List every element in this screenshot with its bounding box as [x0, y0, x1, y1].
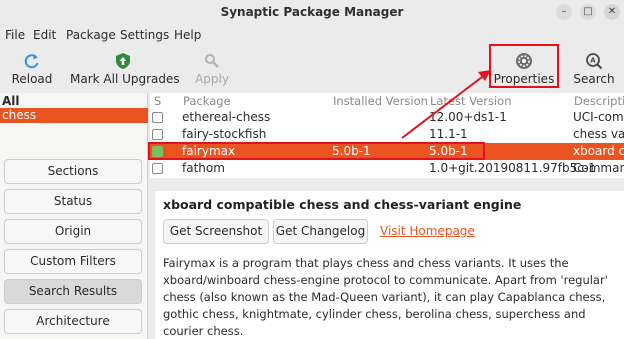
reload-label: Reload — [11, 72, 53, 86]
latest-version: 12.00+ds1-1 — [429, 110, 507, 124]
details-panel: xboard compatible chess and chess-varian… — [150, 179, 624, 339]
package-name: ethereal-chess — [182, 110, 271, 124]
shield-upgrade-icon — [115, 53, 130, 69]
properties-highlight-box — [489, 44, 559, 88]
window-title: Synaptic Package Manager — [220, 5, 404, 19]
column-package[interactable]: Package — [183, 94, 231, 108]
search-button[interactable]: A Search — [566, 46, 622, 92]
package-description-text: Fairymax is a program that plays chess a… — [163, 255, 618, 339]
column-status[interactable]: S — [154, 94, 161, 108]
menu-edit[interactable]: Edit — [33, 28, 56, 42]
sidebar: All chess Sections Status Origin Custom … — [0, 93, 148, 339]
get-changelog-button[interactable]: Get Changelog — [273, 219, 368, 244]
filter-chess[interactable]: chess — [0, 108, 148, 123]
table-row[interactable]: fairy-stockfish 11.1-1 chess varia — [150, 126, 624, 143]
menu-settings[interactable]: Settings — [120, 28, 169, 42]
search-icon: A — [586, 53, 603, 70]
description-line: courier chess. — [163, 324, 244, 338]
menu-package[interactable]: Package — [66, 28, 116, 42]
latest-version: 11.1-1 — [429, 127, 468, 141]
details-content: xboard compatible chess and chess-varian… — [155, 191, 624, 339]
svg-text:A: A — [590, 57, 596, 65]
package-description: chess varia — [573, 127, 624, 141]
maximize-icon[interactable]: □ — [580, 4, 596, 20]
menu-file[interactable]: File — [5, 28, 25, 42]
minimize-icon[interactable]: – — [556, 4, 572, 20]
package-checkbox[interactable] — [152, 163, 163, 174]
reload-icon — [24, 54, 39, 69]
search-label: Search — [573, 72, 615, 86]
selected-row-highlight-box — [148, 142, 485, 160]
latest-version: 1.0+git.20190811.97fb5c-1 — [429, 161, 596, 175]
package-description: Command — [573, 161, 624, 175]
package-list: S Package Installed Version Latest Versi… — [150, 93, 624, 178]
package-checkbox[interactable] — [152, 129, 163, 140]
package-name: fairy-stockfish — [182, 127, 267, 141]
package-checkbox[interactable] — [152, 112, 163, 123]
get-screenshot-button[interactable]: Get Screenshot — [163, 219, 269, 244]
title-bar: Synaptic Package Manager – □ ✕ — [0, 0, 624, 24]
description-line: xboard/winboard chess-engine protocol to… — [163, 273, 608, 287]
filter-all[interactable]: All — [2, 94, 20, 108]
sections-button[interactable]: Sections — [4, 159, 142, 184]
column-description[interactable]: Descripti — [574, 94, 624, 108]
reload-button[interactable]: Reload — [4, 46, 60, 92]
table-row[interactable]: ethereal-chess 12.00+ds1-1 UCI-compl — [150, 109, 624, 126]
close-icon[interactable]: ✕ — [604, 4, 620, 20]
custom-filters-button[interactable]: Custom Filters — [4, 249, 142, 274]
column-latest-version[interactable]: Latest Version — [430, 94, 511, 108]
table-row[interactable]: fathom 1.0+git.20190811.97fb5c-1 Command — [150, 160, 624, 177]
apply-label: Apply — [195, 72, 229, 86]
apply-button[interactable]: Apply — [185, 46, 239, 92]
search-results-button[interactable]: Search Results — [4, 279, 142, 304]
column-installed-version[interactable]: Installed Version — [333, 94, 428, 108]
description-line: chess (also known as the Mad-Queen varia… — [163, 290, 606, 304]
description-line: Fairymax is a program that plays chess a… — [163, 256, 569, 270]
package-name: fathom — [182, 161, 225, 175]
origin-button[interactable]: Origin — [4, 219, 142, 244]
menu-help[interactable]: Help — [174, 28, 201, 42]
package-description: UCI-compl — [573, 110, 624, 124]
architecture-button[interactable]: Architecture — [4, 309, 142, 334]
mark-all-upgrades-label: Mark All Upgrades — [70, 72, 180, 86]
menu-bar: File Edit Package Settings Help — [0, 25, 624, 45]
description-line: gothic chess, knightmate, cylinder chess… — [163, 307, 586, 321]
package-summary-title: xboard compatible chess and chess-varian… — [163, 197, 522, 212]
status-button[interactable]: Status — [4, 189, 142, 214]
mark-all-upgrades-button[interactable]: Mark All Upgrades — [70, 46, 180, 92]
visit-homepage-link[interactable]: Visit Homepage — [380, 224, 475, 238]
package-description: xboard co — [573, 144, 624, 158]
apply-icon — [205, 54, 219, 68]
